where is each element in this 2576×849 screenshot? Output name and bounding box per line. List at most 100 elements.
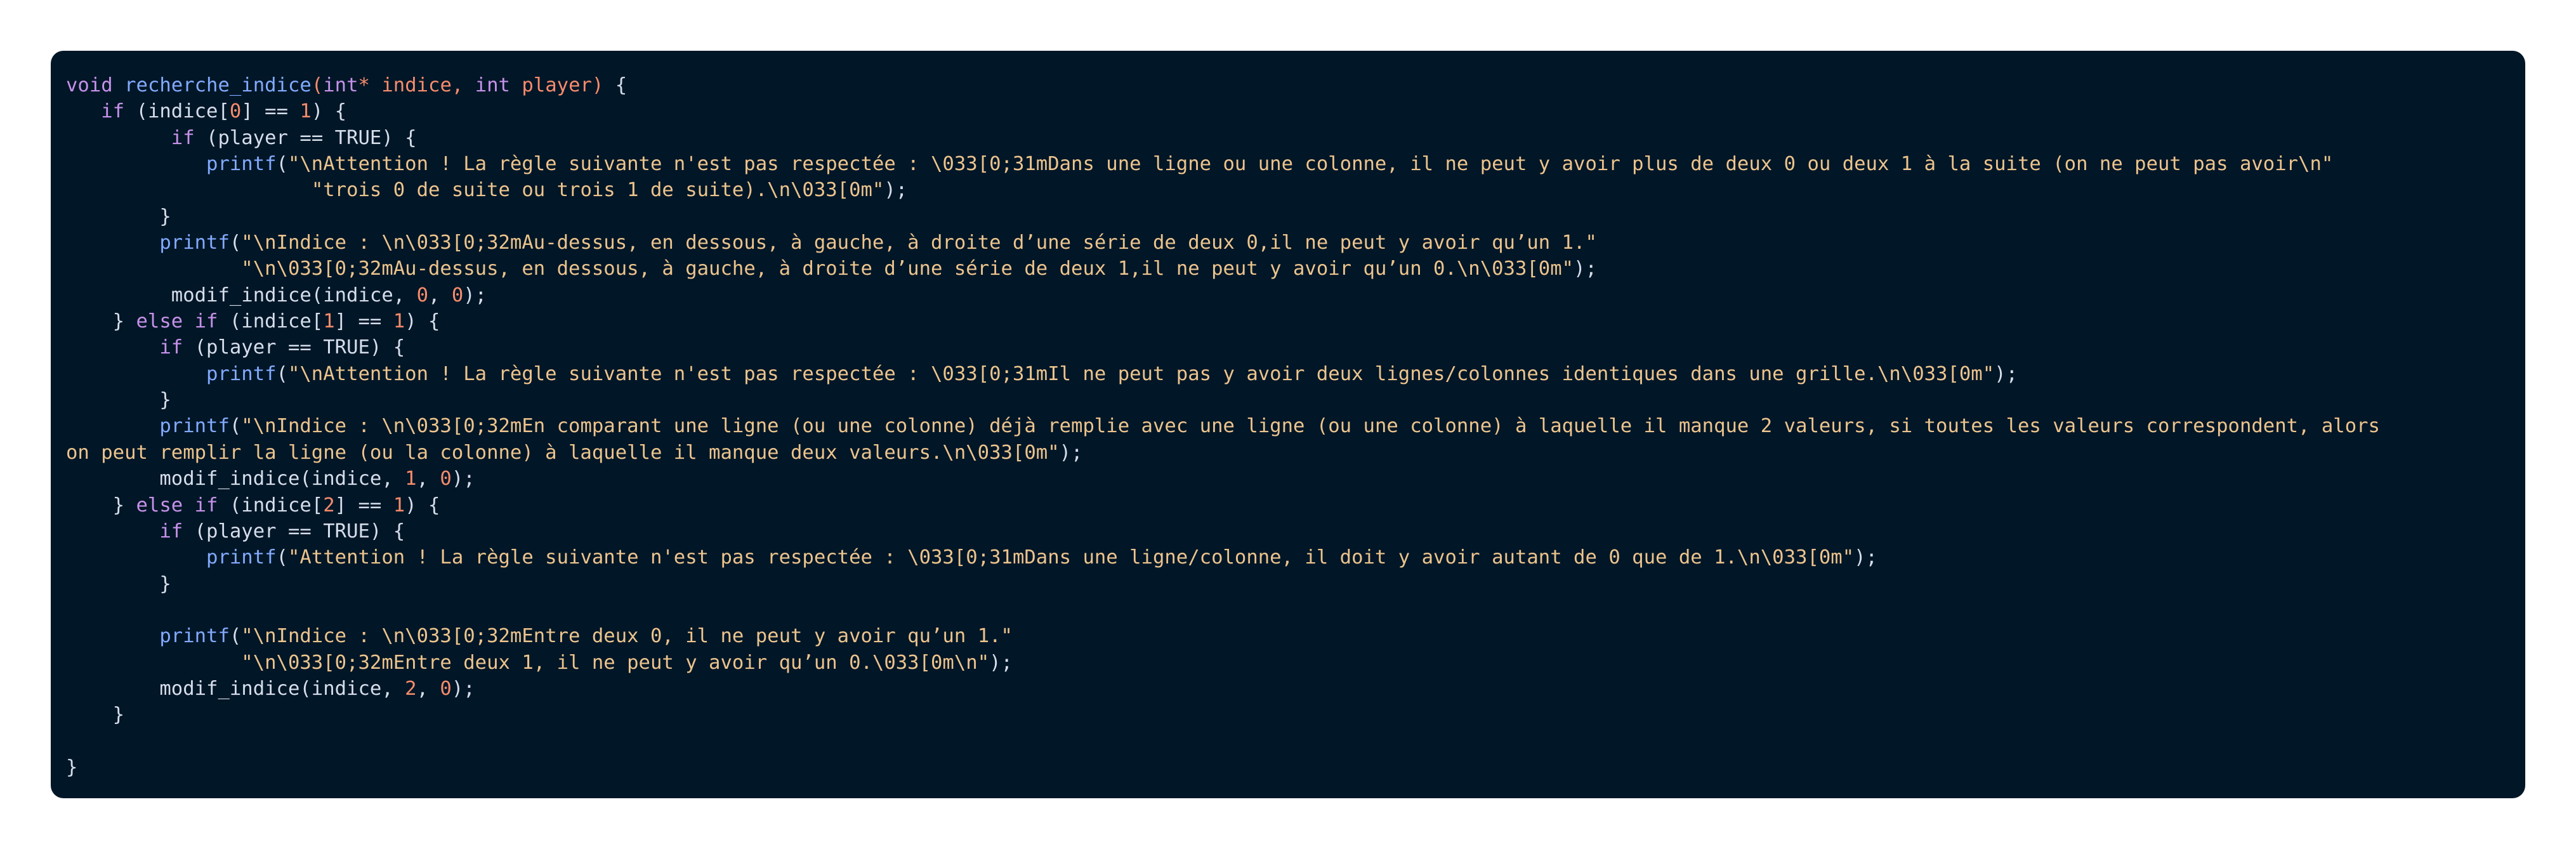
code-text-token: ,: [428, 284, 452, 306]
code-text-token: );: [1059, 441, 1083, 464]
code-text-token: (: [276, 153, 288, 176]
function-call-token: printf: [206, 546, 277, 569]
code-text-token: (: [276, 546, 288, 569]
code-line: printf("\nAttention ! La règle suivante …: [66, 361, 2510, 387]
code-line: "\n\033[0;32mAu-dessus, en dessous, à ga…: [66, 256, 2510, 282]
code-text-token: );: [463, 284, 487, 306]
code-line: "\n\033[0;32mEntre deux 1, il ne peut y …: [66, 650, 2510, 676]
number-literal-token: 1: [405, 468, 417, 490]
code-line: } else if (indice[1] == 1) {: [66, 308, 2510, 334]
code-text-token: );: [1994, 362, 2018, 385]
code-text-token: ,: [416, 468, 440, 490]
keyword-token: else: [136, 494, 183, 517]
parameter-token: indice: [369, 74, 452, 96]
string-literal-token: "\nIndice : \n\033[0;32mEntre deux 0, il…: [241, 625, 1013, 648]
code-text-token: (player == TRUE) {: [183, 520, 405, 543]
code-line: if (player == TRUE) {: [66, 125, 2510, 151]
code-text-token: }: [66, 756, 78, 779]
code-text-token: );: [451, 468, 475, 490]
code-line: on peut remplir la ligne (ou la colonne)…: [66, 440, 2510, 466]
code-line: if (player == TRUE) {: [66, 334, 2510, 360]
code-text-token: ) {: [311, 100, 347, 123]
string-literal-token: "\n\033[0;32mAu-dessus, en dessous, à ga…: [241, 258, 1574, 280]
number-literal-token: 0: [416, 284, 428, 306]
code-line: if (indice[0] == 1) {: [66, 98, 2510, 124]
keyword-token: int: [475, 74, 510, 96]
number-literal-token: 1: [323, 310, 335, 333]
code-text-token: (player == TRUE) {: [194, 126, 417, 149]
code-text-token: {: [603, 74, 628, 96]
code-text-token: }: [66, 310, 136, 333]
code-line: modif_indice(indice, 1, 0);: [66, 466, 2510, 492]
code-text-token: modif_indice(indice,: [66, 468, 405, 490]
keyword-token: if: [101, 100, 125, 123]
code-line: void recherche_indice(int* indice, int p…: [66, 72, 2510, 98]
string-literal-token: "\nIndice : \n\033[0;32mAu-dessus, en de…: [241, 232, 1597, 254]
code-text-token: );: [1574, 258, 1597, 280]
code-text-token: (player == TRUE) {: [183, 336, 405, 359]
punctuation-token: (: [311, 74, 324, 96]
code-text-token: ] ==: [334, 310, 393, 333]
code-text-token: );: [989, 651, 1013, 674]
code-line: if (player == TRUE) {: [66, 518, 2510, 544]
number-literal-token: 1: [393, 494, 405, 517]
function-name-token: recherche_indice: [124, 74, 312, 96]
string-literal-token: "\nAttention ! La règle suivante n'est p…: [287, 362, 1995, 385]
code-line: modif_indice(indice, 0, 0);: [66, 282, 2510, 308]
code-text-token: (indice[: [218, 310, 324, 333]
number-literal-token: 2: [405, 677, 417, 700]
keyword-token: if: [171, 126, 195, 149]
keyword-token: void: [66, 74, 113, 96]
number-literal-token: 0: [440, 677, 452, 700]
number-literal-token: 1: [299, 100, 312, 123]
code-line: printf("\nAttention ! La règle suivante …: [66, 151, 2510, 177]
code-line: } else if (indice[2] == 1) {: [66, 492, 2510, 518]
code-text-token: (indice[: [218, 494, 324, 517]
keyword-token: else: [136, 310, 183, 333]
code-line: printf("\nIndice : \n\033[0;32mEntre deu…: [66, 623, 2510, 649]
code-line: ​: [66, 597, 2510, 623]
code-line: printf("Attention ! La règle suivante n'…: [66, 544, 2510, 570]
code-text-token: ) {: [405, 494, 440, 517]
keyword-token: if: [194, 494, 218, 517]
code-text-token: }: [66, 572, 171, 595]
code-block: void recherche_indice(int* indice, int p…: [66, 72, 2510, 780]
code-line: printf("\nIndice : \n\033[0;32mEn compar…: [66, 413, 2510, 439]
string-literal-token: "trois 0 de suite ou trois 1 de suite).\…: [311, 179, 884, 202]
number-literal-token: 1: [393, 310, 405, 333]
code-text-token: (indice[: [124, 100, 230, 123]
code-text-token: );: [451, 677, 475, 700]
code-text-token: }: [66, 494, 136, 517]
code-text-token: ,: [416, 677, 440, 700]
code-line: }: [66, 702, 2510, 728]
keyword-token: if: [159, 520, 183, 543]
code-text-token: ] ==: [241, 100, 300, 123]
code-text-token: modif_indice(indice,: [66, 677, 405, 700]
punctuation-token: ,: [451, 74, 475, 96]
code-line: printf("\nIndice : \n\033[0;32mAu-dessus…: [66, 230, 2510, 256]
code-line: modif_indice(indice, 2, 0);: [66, 676, 2510, 702]
code-text-token: }: [66, 389, 171, 412]
number-literal-token: 0: [451, 284, 464, 306]
function-call-token: printf: [206, 362, 277, 385]
code-text-token: (: [229, 625, 242, 648]
number-literal-token: 0: [440, 468, 452, 490]
keyword-token: if: [159, 336, 183, 359]
string-literal-token: "\nIndice : \n\033[0;32mEn comparant une…: [241, 415, 2380, 438]
function-call-token: printf: [159, 415, 230, 438]
string-literal-token: on peut remplir la ligne (ou la colonne)…: [66, 441, 1060, 464]
